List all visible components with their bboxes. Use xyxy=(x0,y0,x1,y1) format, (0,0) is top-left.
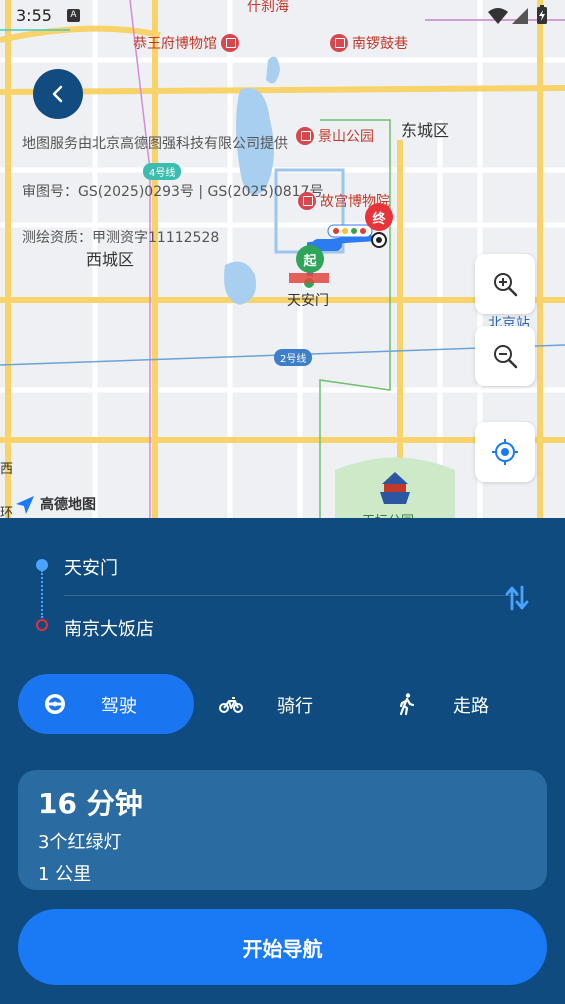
origin-field[interactable]: 天安门 xyxy=(64,554,118,580)
edge-label-huan: 环 xyxy=(0,506,14,518)
destination-target-icon xyxy=(371,232,387,248)
traffic-light-count: 3个红绿灯 xyxy=(38,832,122,853)
wifi-icon xyxy=(488,8,508,24)
edge-label-xi: 西 xyxy=(0,462,14,477)
poi-nanluoguxiang[interactable]: 南锣鼓巷 xyxy=(330,33,408,53)
swap-route-button[interactable] xyxy=(500,581,534,615)
route-endpoints: 天安门 南京大饭店 xyxy=(30,548,535,641)
route-panel: 天安门 南京大饭店 驾驶 骑行 走路 16 分钟 3个红绿灯 1 公里 开始导航 xyxy=(0,518,565,1004)
district-xicheng: 西城区 xyxy=(86,250,135,269)
route-connector xyxy=(41,570,43,618)
destination-dot-icon xyxy=(36,619,48,631)
poi-tiananmen[interactable]: 天安门 xyxy=(287,290,329,310)
poi-nanluoguxiang-label: 南锣鼓巷 xyxy=(352,36,408,52)
mode-bike-label: 骑行 xyxy=(277,696,313,717)
poi-jingshan-label: 景山公园 xyxy=(318,129,374,145)
route-summary-card[interactable]: 16 分钟 3个红绿灯 1 公里 xyxy=(18,770,547,890)
park-pin-icon xyxy=(296,127,314,145)
start-navigation-button[interactable]: 开始导航 xyxy=(18,909,547,985)
mode-walk-label: 走路 xyxy=(453,696,489,717)
amap-logo: 高德地图 xyxy=(14,494,96,514)
metro-line2-badge: 2号线 xyxy=(274,349,313,366)
zoom-out-button[interactable] xyxy=(475,326,535,386)
destination-field[interactable]: 南京大饭店 xyxy=(64,615,154,641)
bicycle-icon xyxy=(219,697,243,713)
poi-gongwangfu-label: 恭王府博物馆 xyxy=(133,36,217,52)
end-marker-label: 终 xyxy=(365,203,393,231)
amap-logo-icon xyxy=(16,496,34,514)
poi-jingshan[interactable]: 景山公园 xyxy=(296,126,374,146)
chevron-left-icon xyxy=(52,85,63,103)
route-distance: 1 公里 xyxy=(38,864,92,885)
scenic-pin-icon xyxy=(330,34,348,52)
back-button[interactable] xyxy=(33,69,83,119)
status-time: 3:55 xyxy=(16,6,52,25)
amap-logo-text: 高德地图 xyxy=(40,497,96,513)
steering-wheel-icon xyxy=(45,694,65,714)
route-duration: 16 分钟 xyxy=(38,787,143,820)
district-dongcheng: 东城区 xyxy=(401,121,450,140)
poi-shichahai[interactable]: 什刹海 xyxy=(247,0,289,16)
battery-icon xyxy=(537,5,547,24)
temple-of-heaven-icon xyxy=(380,472,410,504)
travel-mode-tabs: 驾驶 骑行 走路 xyxy=(18,674,547,734)
zoom-in-button[interactable] xyxy=(475,254,535,314)
zoom-out-icon xyxy=(494,345,518,369)
landmark-icon xyxy=(289,273,329,283)
notification-icon: A xyxy=(67,9,80,22)
zoom-in-icon xyxy=(494,273,518,297)
mode-bike-tab[interactable]: 骑行 xyxy=(194,674,370,734)
signal-icon xyxy=(512,8,528,24)
metro-line4-badge: 4号线 xyxy=(143,163,182,180)
swap-icon xyxy=(505,585,529,611)
map-survey-license: 测绘资质：甲测资字11112528 xyxy=(22,230,220,246)
museum-pin-icon xyxy=(221,34,239,52)
route-divider xyxy=(64,595,519,596)
poi-gongwangfu[interactable]: 恭王府博物馆 xyxy=(133,33,239,53)
map-provider-attribution: 地图服务由北京高德图强科技有限公司提供 xyxy=(22,136,288,152)
museum-pin-icon xyxy=(298,192,316,210)
walking-icon xyxy=(399,693,415,716)
poi-tiantan[interactable]: 天坛公园 xyxy=(362,510,414,518)
map-review-number: 审图号：GS(2025)0293号 | GS(2025)0817号 xyxy=(22,184,324,200)
locate-me-button[interactable] xyxy=(475,422,535,482)
crosshair-icon xyxy=(492,439,518,465)
map-view[interactable]: 3:55 A 什刹海 恭王府博物馆 南锣鼓巷 景山公园 东城区 地图服务由北京高… xyxy=(0,0,565,518)
mode-walk-tab[interactable]: 走路 xyxy=(370,674,546,734)
mode-drive-tab[interactable]: 驾驶 xyxy=(18,674,194,734)
mode-drive-label: 驾驶 xyxy=(101,696,137,717)
